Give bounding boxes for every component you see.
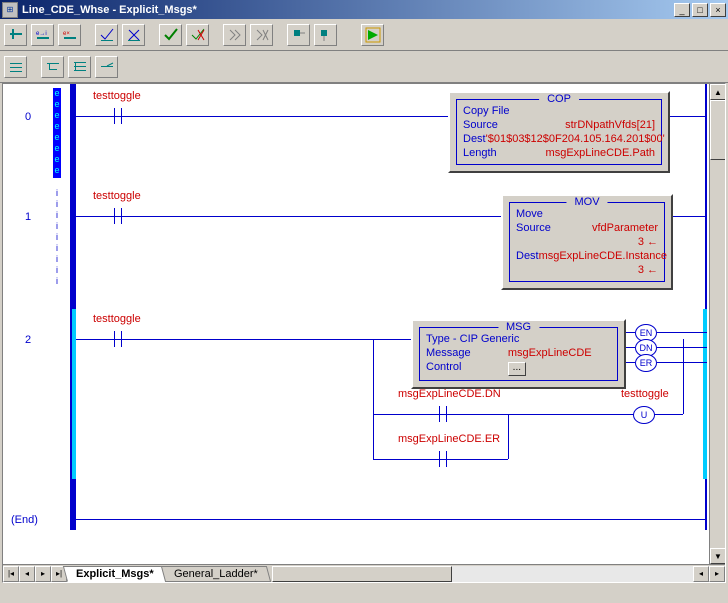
- rung-wire: [657, 332, 707, 333]
- run-button[interactable]: [361, 24, 384, 46]
- rung-wire: [657, 362, 707, 363]
- toolbar-1: e→i e×: [0, 19, 728, 51]
- rung-wire: [626, 347, 635, 348]
- tab-nav: |◂ ◂ ▸ ▸|: [3, 566, 67, 582]
- rung-tool-button[interactable]: [4, 56, 27, 78]
- xic-contact[interactable]: [433, 449, 453, 469]
- window-title: Line_CDE_Whse - Explicit_Msgs*: [22, 4, 674, 16]
- xic-contact[interactable]: [108, 329, 128, 349]
- hscroll-left-button[interactable]: ◂: [693, 566, 709, 582]
- branch-wire: [683, 339, 684, 414]
- cancel-edit-button[interactable]: [122, 24, 145, 46]
- verify-button[interactable]: [159, 24, 182, 46]
- verify-cancel-button[interactable]: [186, 24, 209, 46]
- contact-tag[interactable]: msgExpLineCDE.ER: [398, 433, 500, 445]
- cop-instruction[interactable]: COP Copy File SourcestrDNpathVfds[21] De…: [448, 91, 670, 173]
- branch-wire: [508, 414, 509, 459]
- msg-instruction[interactable]: MSG Type - CIP Generic Message Controlms…: [411, 319, 626, 389]
- instruction-mnemonic: MSG: [498, 321, 539, 333]
- tab-next-button[interactable]: ▸: [35, 566, 51, 582]
- scroll-up-button[interactable]: ▲: [710, 84, 726, 100]
- element-tool-button[interactable]: [95, 56, 118, 78]
- test-accept-button[interactable]: [223, 24, 246, 46]
- insert-rung-button[interactable]: e→i: [31, 24, 54, 46]
- svg-text:e→i: e→i: [36, 31, 47, 37]
- minimize-button[interactable]: _: [674, 3, 690, 17]
- svg-text:e×: e×: [63, 31, 70, 37]
- horizontal-scrollbar[interactable]: [272, 566, 693, 582]
- end-rung-wire: [76, 519, 707, 520]
- xic-contact[interactable]: [108, 206, 128, 226]
- tab-prev-button[interactable]: ◂: [19, 566, 35, 582]
- ladder-view[interactable]: 0 e e e e e e e e testtoggle COP Copy Fi…: [3, 84, 725, 582]
- rung-number[interactable]: 0: [3, 111, 53, 123]
- instruction-mnemonic: MOV: [566, 196, 607, 208]
- mov-instruction[interactable]: MOV Move SourcevfdParameter 3 ← DestmsgE…: [501, 194, 673, 290]
- rung-edit-flag: e e e e e e e e: [53, 88, 61, 178]
- rung-wire: [657, 347, 707, 348]
- rung-wire: [670, 116, 707, 117]
- go-online-button[interactable]: [287, 24, 310, 46]
- rung-number[interactable]: 2: [3, 334, 53, 346]
- rung-wire: [76, 216, 501, 217]
- edit-rung-button[interactable]: [4, 24, 27, 46]
- rung-wire: [626, 332, 635, 333]
- toolbar-2: [0, 51, 728, 83]
- window-buttons: _ □ ×: [674, 3, 726, 17]
- end-label: (End): [11, 514, 38, 526]
- xic-contact[interactable]: [108, 106, 128, 126]
- contact-tag[interactable]: testtoggle: [93, 313, 141, 325]
- instruction-mnemonic: COP: [539, 93, 579, 105]
- otu-coil[interactable]: U: [633, 406, 655, 424]
- close-button[interactable]: ×: [710, 3, 726, 17]
- rung-insert-flag: i i i i i i i i i: [53, 188, 61, 288]
- contact-tag[interactable]: testtoggle: [93, 190, 141, 202]
- rung-wire: [76, 116, 448, 117]
- branch-wire: [373, 339, 374, 459]
- msg-config-button[interactable]: ...: [508, 362, 526, 376]
- vertical-scrollbar[interactable]: ▲ ▼: [709, 84, 725, 564]
- tab-general-ladder[interactable]: General_Ladder*: [160, 566, 270, 582]
- scroll-thumb[interactable]: [710, 100, 726, 160]
- coil-tag[interactable]: testtoggle: [621, 388, 669, 400]
- hscroll-thumb[interactable]: [272, 566, 452, 582]
- rung-wire: [626, 362, 635, 363]
- accept-edit-button[interactable]: [95, 24, 118, 46]
- app-icon: ⊞: [2, 2, 18, 18]
- er-output: ER: [635, 354, 657, 372]
- rung-selection-right: [703, 309, 707, 479]
- scroll-down-button[interactable]: ▼: [710, 548, 726, 564]
- ladder-workspace: 0 e e e e e e e e testtoggle COP Copy Fi…: [2, 83, 726, 583]
- branch-tool-button[interactable]: [41, 56, 64, 78]
- contact-tag[interactable]: msgExpLineCDE.DN: [398, 388, 501, 400]
- branch-level-button[interactable]: [68, 56, 91, 78]
- titlebar: ⊞ Line_CDE_Whse - Explicit_Msgs* _ □ ×: [0, 0, 728, 19]
- tab-first-button[interactable]: |◂: [3, 566, 19, 582]
- rung-wire: [673, 216, 707, 217]
- rung-selection-left: [72, 309, 76, 479]
- contact-tag[interactable]: testtoggle: [93, 90, 141, 102]
- maximize-button[interactable]: □: [692, 3, 708, 17]
- hscroll-right-button[interactable]: ▸: [709, 566, 725, 582]
- rung-number[interactable]: 1: [3, 211, 53, 223]
- xic-contact[interactable]: [433, 404, 453, 424]
- sheet-tabs: |◂ ◂ ▸ ▸| Explicit_Msgs* General_Ladder*…: [3, 564, 725, 582]
- tab-explicit-msgs[interactable]: Explicit_Msgs*: [63, 566, 167, 582]
- test-cancel-button[interactable]: [250, 24, 273, 46]
- download-button[interactable]: [314, 24, 337, 46]
- delete-edit-button[interactable]: e×: [58, 24, 81, 46]
